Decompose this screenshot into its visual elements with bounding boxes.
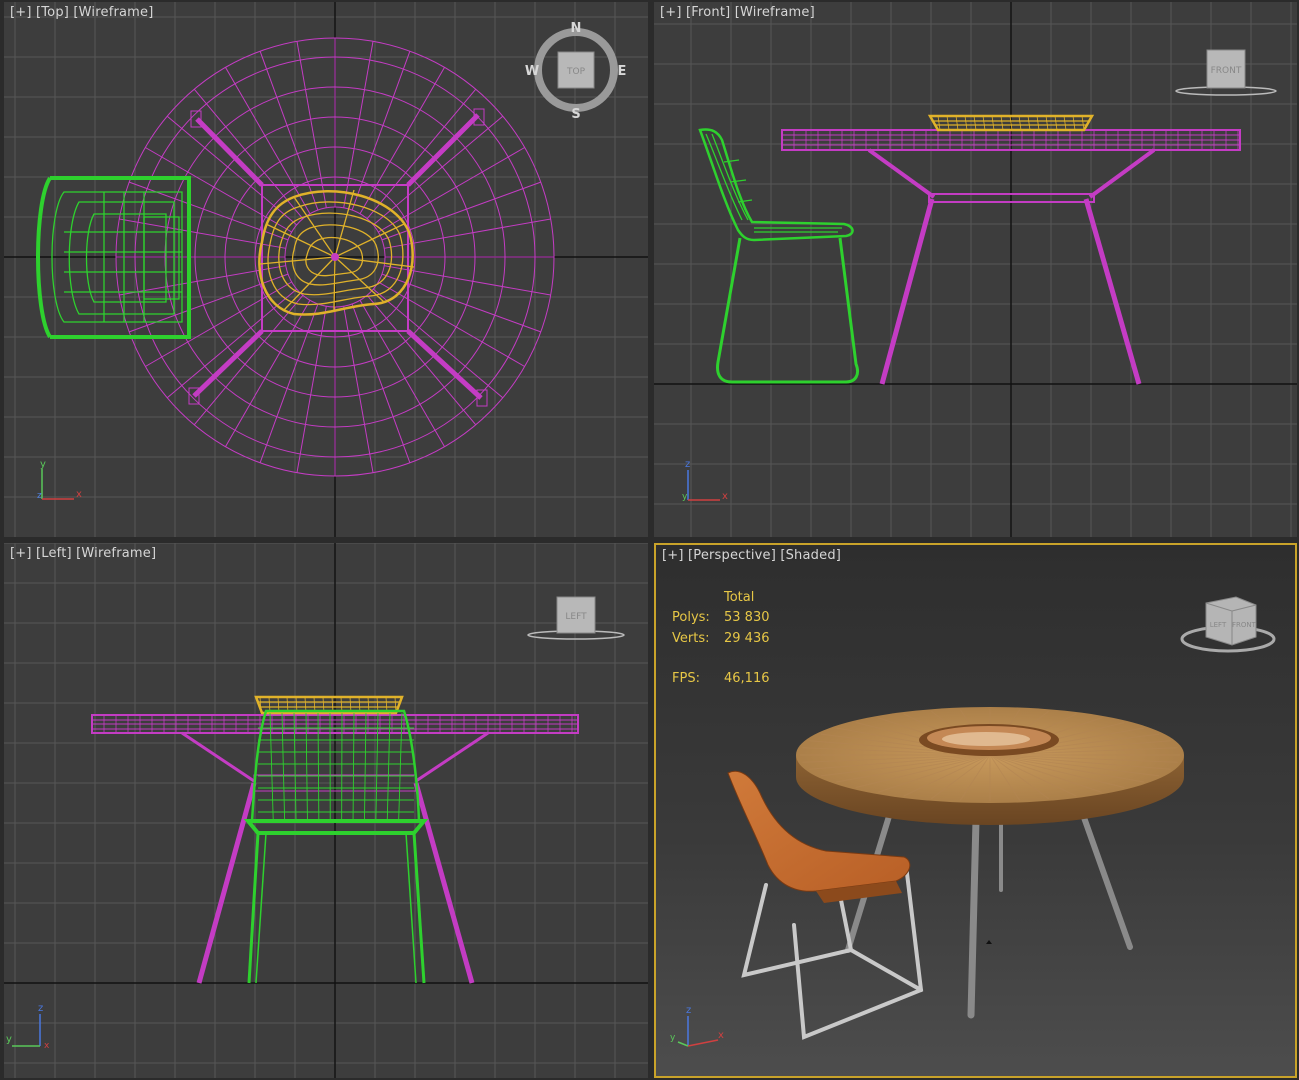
stats-verts-label: Verts: — [672, 630, 710, 646]
svg-text:x: x — [722, 491, 728, 502]
table-legs — [845, 792, 1133, 1019]
svg-text:y: y — [670, 1033, 676, 1043]
compass-east[interactable]: E — [618, 64, 627, 79]
compass-north[interactable]: N — [571, 21, 582, 36]
stats-total-label: Total — [724, 589, 755, 605]
svg-text:z: z — [685, 459, 690, 470]
svg-text:y: y — [6, 1034, 12, 1045]
svg-text:x: x — [44, 1041, 50, 1051]
viewport-label[interactable]: [+] [Left] [Wireframe] — [10, 546, 156, 561]
viewcube[interactable]: LEFT FRONT — [1176, 589, 1276, 661]
viewcube-face-label: FRONT — [1211, 66, 1242, 76]
axis-tripod: z x y — [670, 1005, 724, 1047]
axis-tripod: z x y — [682, 459, 728, 502]
svg-text:x: x — [76, 489, 82, 500]
viewport-label[interactable]: [+] [Top] [Wireframe] — [10, 5, 154, 20]
svg-text:x: x — [718, 1030, 724, 1041]
viewcube-compass[interactable]: TOP N S E W — [524, 18, 634, 128]
stats-fps-label: FPS: — [672, 671, 700, 687]
stats-fps-value: 46,116 — [724, 671, 770, 687]
viewport-top[interactable]: [+] [Top] [Wireframe] TOP N S E W y x z — [4, 2, 648, 537]
stats-verts-value: 29 436 — [724, 630, 770, 646]
compass-south[interactable]: S — [571, 107, 580, 122]
viewcube-left-label: LEFT — [1210, 621, 1227, 629]
viewcube[interactable]: FRONT — [1172, 46, 1282, 98]
svg-text:z: z — [686, 1005, 691, 1016]
viewcube-face-label: TOP — [566, 67, 586, 77]
svg-text:y: y — [682, 492, 688, 502]
viewport-front[interactable]: [+] [Front] [Wireframe] FRONT z x y — [654, 2, 1297, 537]
viewport-label[interactable]: [+] [Perspective] [Shaded] — [662, 548, 841, 563]
viewport-left[interactable]: [+] [Left] [Wireframe] LEFT z y x — [4, 543, 648, 1078]
svg-text:z: z — [38, 1003, 43, 1014]
svg-text:z: z — [37, 491, 42, 501]
viewport-label[interactable]: [+] [Front] [Wireframe] — [660, 5, 815, 20]
stats-polys-label: Polys: — [672, 610, 710, 626]
bowl — [919, 724, 1059, 756]
stats-overlay: Total Polys: 53 830 Verts: 29 436 FPS: 46,1… — [672, 587, 770, 689]
viewcube[interactable]: LEFT — [524, 595, 634, 647]
bowl-wireframe — [258, 189, 415, 316]
axis-tripod: y x z — [37, 459, 82, 501]
chair-wireframe — [243, 709, 429, 984]
viewcube-front-label: FRONT — [1232, 621, 1257, 629]
svg-text:y: y — [40, 459, 46, 470]
pivot-marker — [986, 940, 992, 944]
compass-west[interactable]: W — [525, 64, 539, 79]
stats-polys-value: 53 830 — [724, 610, 770, 626]
viewport-perspective[interactable]: [+] [Perspective] [Shaded] Total Polys: 5… — [654, 543, 1297, 1078]
axis-tripod: z y x — [6, 1003, 50, 1051]
viewcube-face-label: LEFT — [565, 612, 587, 622]
